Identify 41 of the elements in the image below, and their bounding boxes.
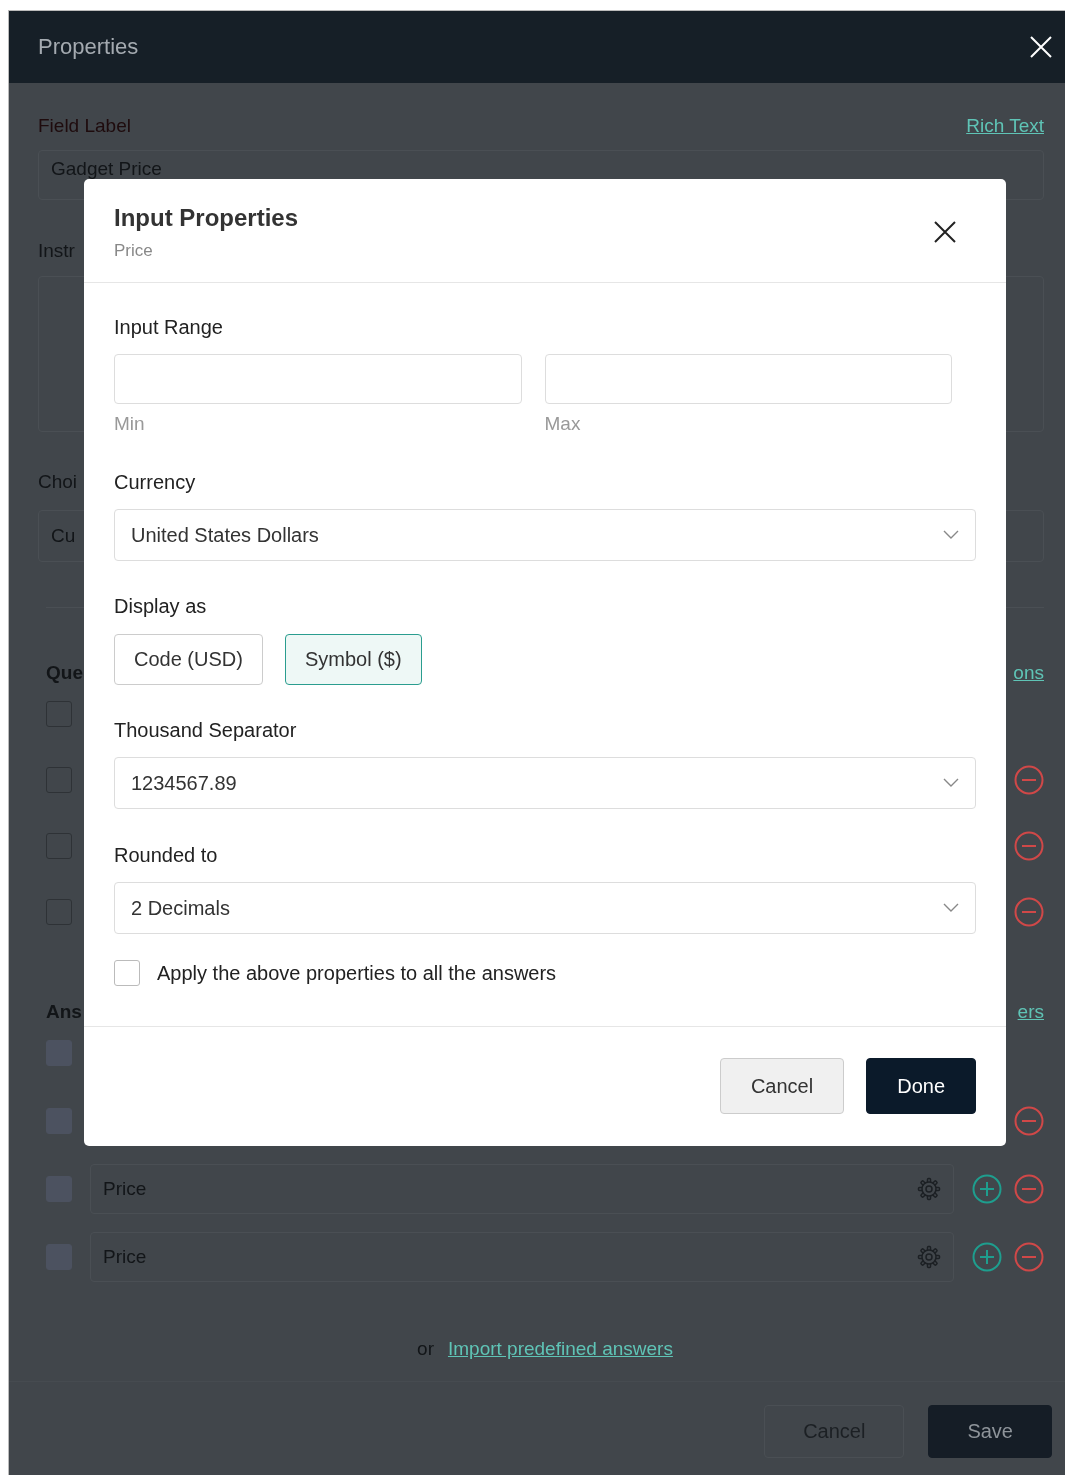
primary-button[interactable]: Save <box>928 1405 1052 1458</box>
min-caption: Min <box>114 414 146 434</box>
input-range-label: Input Range <box>114 316 224 338</box>
max-caption: Max <box>544 414 582 434</box>
field-label: Field Label <box>38 114 131 138</box>
answers-link[interactable]: ers <box>1017 1000 1044 1024</box>
gear-icon[interactable] <box>917 1245 941 1269</box>
plus-circle-icon[interactable] <box>972 1242 1002 1272</box>
rich-text-link[interactable]: Rich Text <box>966 115 1044 137</box>
chevron-down-icon <box>943 778 959 788</box>
minus-circle-icon[interactable] <box>1014 897 1044 927</box>
chevron-down-icon <box>943 530 959 540</box>
gear-icon[interactable] <box>917 1177 941 1201</box>
rounded-to-label: Rounded to <box>114 844 219 866</box>
minus-circle-icon[interactable] <box>1014 831 1044 861</box>
cancel-button[interactable]: Cancel <box>719 1058 845 1114</box>
display-as-label: Display as <box>114 595 208 617</box>
dialog-title: Input Properties <box>114 204 299 232</box>
minus-circle-icon[interactable] <box>1014 1106 1044 1136</box>
apply-all-label: Apply the above properties to all the answers <box>157 962 557 984</box>
currency-label: Currency <box>114 471 197 493</box>
thousand-separator-label: Thousand Separator <box>114 719 298 741</box>
import-answers-link[interactable]: Import predefined answers <box>447 1338 673 1360</box>
minus-circle-icon[interactable] <box>1014 1242 1044 1272</box>
rounded-to-select[interactable]: 2 Decimals <box>114 882 976 934</box>
minus-circle-icon[interactable] <box>1014 765 1044 795</box>
window-title: Properties <box>38 34 139 60</box>
plus-circle-icon[interactable] <box>972 1174 1002 1204</box>
minus-circle-icon[interactable] <box>1014 1174 1044 1204</box>
min-input[interactable] <box>114 354 522 404</box>
max-input[interactable] <box>544 354 952 404</box>
thousand-separator-select[interactable]: 1234567.89 <box>114 757 976 809</box>
dialog-subtitle: Price <box>114 241 154 261</box>
currency-select[interactable]: United States Dollars <box>114 509 976 561</box>
display-option[interactable]: Code (USD) <box>114 634 263 685</box>
questions-link[interactable]: ons <box>1013 661 1044 685</box>
chevron-down-icon <box>943 903 959 913</box>
display-option[interactable]: Symbol ($) <box>284 634 422 685</box>
close-icon[interactable] <box>933 220 957 244</box>
primary-button[interactable]: Done <box>866 1058 976 1114</box>
checkbox[interactable] <box>114 960 140 986</box>
